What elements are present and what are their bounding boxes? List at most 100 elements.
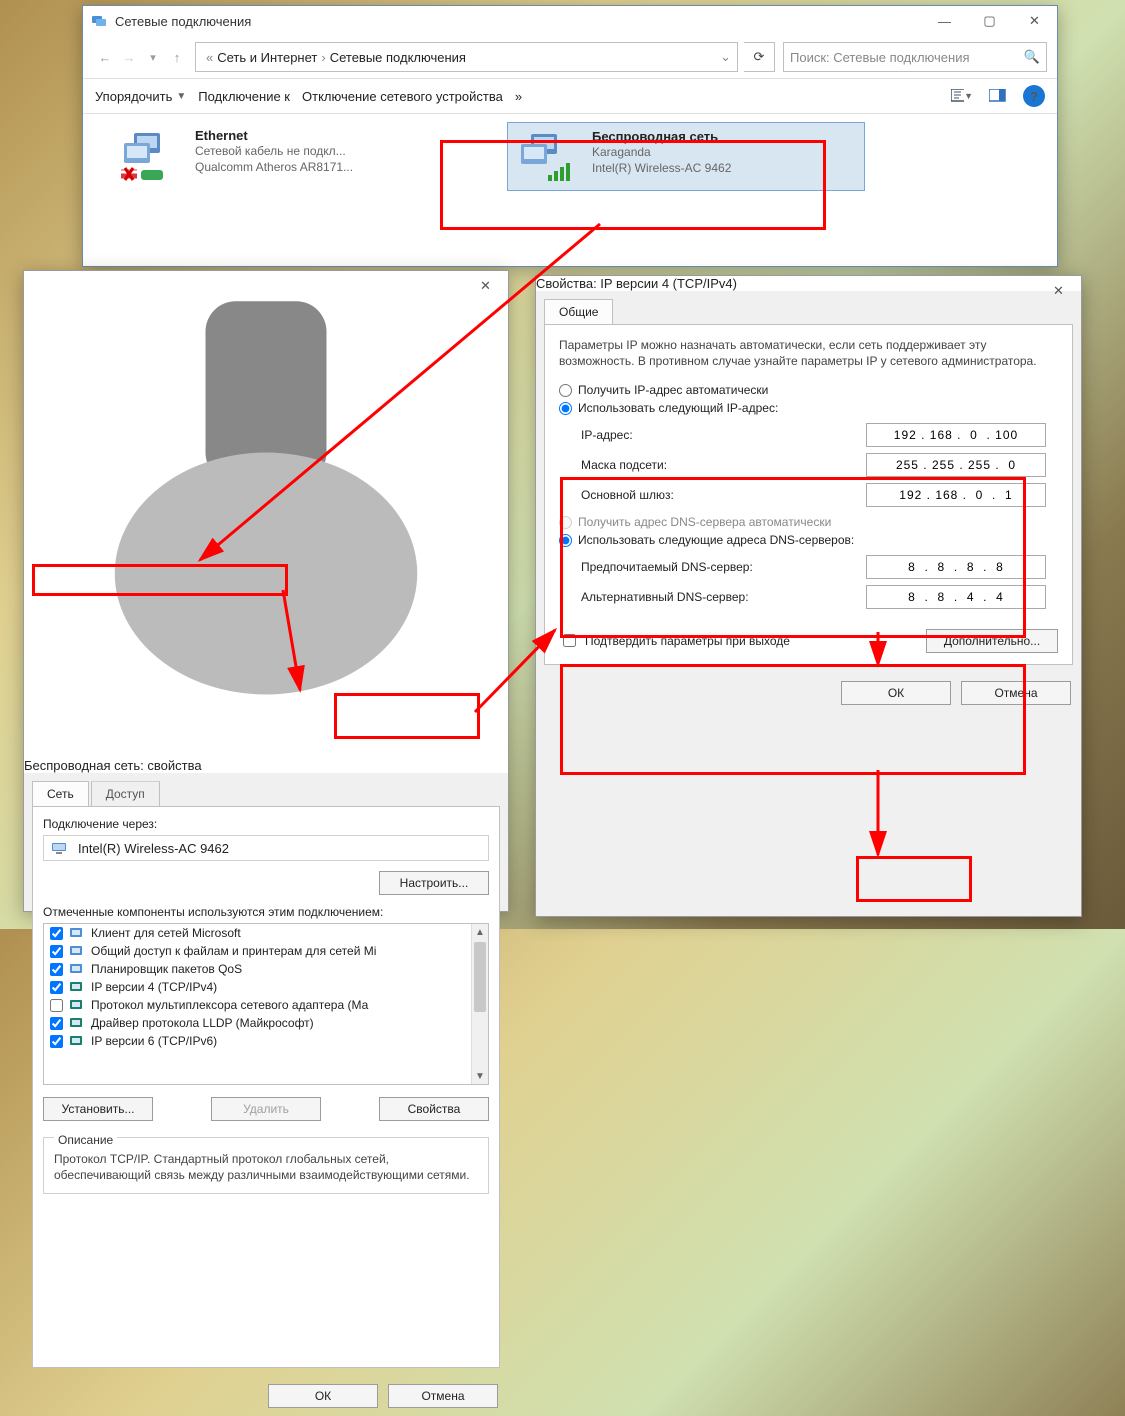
component-item[interactable]: Драйвер протокола LLDP (Майкрософт)	[44, 1014, 472, 1032]
component-item[interactable]: Клиент для сетей Microsoft	[44, 924, 472, 942]
connection-wireless[interactable]: Беспроводная сеть Karaganda Intel(R) Wir…	[507, 122, 865, 191]
maximize-button[interactable]: ▢	[967, 6, 1012, 36]
scrollbar[interactable]: ▲ ▼	[471, 924, 488, 1084]
titlebar[interactable]: Сетевые подключения — ▢ ✕	[83, 6, 1057, 36]
component-item[interactable]: IP версии 4 (TCP/IPv4)	[44, 978, 472, 996]
ip-label: IP-адрес:	[581, 428, 633, 442]
ethernet-name: Ethernet	[195, 128, 248, 143]
component-icon	[69, 998, 85, 1012]
component-item[interactable]: Общий доступ к файлам и принтерам для се…	[44, 942, 472, 960]
connect-using-label: Подключение через:	[43, 817, 489, 831]
nav-forward-button[interactable]: →	[117, 45, 141, 69]
titlebar[interactable]: Свойства: IP версии 4 (TCP/IPv4) ✕	[536, 276, 1081, 291]
dns2-label: Альтернативный DNS-сервер:	[581, 590, 749, 604]
disable-device-button[interactable]: Отключение сетевого устройства	[302, 89, 503, 104]
component-item[interactable]: IP версии 6 (TCP/IPv6)	[44, 1032, 472, 1050]
close-button[interactable]: ✕	[1036, 276, 1081, 306]
connect-to-menu[interactable]: Подключение к	[198, 89, 290, 104]
view-icons: ▼ ?	[951, 85, 1045, 107]
intro-text: Параметры IP можно назначать автоматичес…	[559, 337, 1058, 369]
minimize-button[interactable]: —	[922, 6, 967, 36]
validate-checkbox[interactable]	[563, 634, 576, 647]
address-bar-row: ← → ▾ ↑ « Сеть и Интернет › Сетевые подк…	[83, 36, 1057, 78]
tab-general[interactable]: Общие	[544, 299, 613, 324]
view-dropdown-icon[interactable]: ▼	[951, 85, 973, 107]
description-legend: Описание	[54, 1133, 117, 1147]
component-checkbox[interactable]	[50, 945, 63, 958]
network-properties-dialog: Беспроводная сеть: свойства ✕ Сеть Досту…	[23, 270, 509, 912]
components-listbox[interactable]: Клиент для сетей Microsoft Общий доступ к…	[43, 923, 489, 1085]
refresh-button[interactable]: ⟳	[744, 42, 775, 72]
connection-ethernet[interactable]: Ethernet Сетевой кабель не подкл... Qual…	[111, 122, 467, 191]
close-button[interactable]: ✕	[463, 271, 508, 301]
install-button[interactable]: Установить...	[43, 1097, 153, 1121]
component-checkbox[interactable]	[50, 963, 63, 976]
component-label: Общий доступ к файлам и принтерам для се…	[91, 944, 376, 958]
component-icon	[69, 1034, 85, 1048]
radio-auto-dns: Получить адрес DNS-сервера автоматически	[559, 515, 1058, 529]
organize-menu[interactable]: Упорядочить▼	[95, 89, 186, 104]
tab-network[interactable]: Сеть	[32, 781, 89, 806]
radio-auto-ip-input[interactable]	[559, 384, 572, 397]
adapter-icon	[50, 840, 70, 856]
description-text: Протокол TCP/IP. Стандартный протокол гл…	[54, 1151, 478, 1183]
radio-manual-dns-input[interactable]	[559, 534, 572, 547]
wireless-device: Intel(R) Wireless-AC 9462	[592, 161, 731, 175]
close-button[interactable]: ✕	[1012, 6, 1057, 36]
component-icon	[69, 926, 85, 940]
chevron-down-icon[interactable]: ⌄	[720, 49, 731, 65]
subnet-mask-field[interactable]	[866, 453, 1046, 477]
radio-manual-ip-input[interactable]	[559, 402, 572, 415]
tab-sharing[interactable]: Доступ	[91, 781, 160, 806]
breadcrumb-seg-2[interactable]: Сетевые подключения	[330, 50, 466, 65]
preview-pane-icon[interactable]	[987, 85, 1009, 107]
preferred-dns-field[interactable]	[866, 555, 1046, 579]
tab-body-general: Параметры IP можно назначать автоматичес…	[544, 324, 1073, 665]
properties-button[interactable]: Свойства	[379, 1097, 489, 1121]
component-item[interactable]: Планировщик пакетов QoS	[44, 960, 472, 978]
ipv4-properties-dialog: Свойства: IP версии 4 (TCP/IPv4) ✕ Общие…	[535, 275, 1082, 917]
scroll-up-icon[interactable]: ▲	[472, 924, 488, 940]
component-icon	[69, 980, 85, 994]
mask-label: Маска подсети:	[581, 458, 667, 472]
radio-manual-ip[interactable]: Использовать следующий IP-адрес:	[559, 401, 1058, 415]
cancel-button[interactable]: Отмена	[388, 1384, 498, 1408]
component-checkbox[interactable]	[50, 1035, 63, 1048]
advanced-button[interactable]: Дополнительно...	[926, 629, 1058, 653]
dns1-label: Предпочитаемый DNS-сервер:	[581, 560, 753, 574]
scroll-down-icon[interactable]: ▼	[472, 1068, 488, 1084]
tab-body-network: Подключение через: Intel(R) Wireless-AC …	[32, 806, 500, 1368]
component-checkbox[interactable]	[50, 981, 63, 994]
scroll-thumb[interactable]	[474, 942, 486, 1012]
cancel-button[interactable]: Отмена	[961, 681, 1071, 705]
connections-list: Ethernet Сетевой кабель не подкл... Qual…	[83, 114, 1057, 199]
ok-button[interactable]: ОК	[268, 1384, 378, 1408]
titlebar[interactable]: Беспроводная сеть: свойства ✕	[24, 271, 508, 773]
validate-checkbox-row[interactable]: Подтвердить параметры при выходе	[559, 631, 790, 650]
default-gateway-field[interactable]	[866, 483, 1046, 507]
alternate-dns-field[interactable]	[866, 585, 1046, 609]
component-item[interactable]: Протокол мультиплексора сетевого адаптер…	[44, 996, 472, 1014]
component-checkbox[interactable]	[50, 999, 63, 1012]
nav-up-button[interactable]: ↑	[165, 45, 189, 69]
nav-history-button[interactable]: ▾	[141, 45, 165, 69]
nav-back-button[interactable]: ←	[93, 45, 117, 69]
component-icon	[69, 944, 85, 958]
ethernet-status: Сетевой кабель не подкл...	[195, 144, 346, 158]
ip-address-field[interactable]	[866, 423, 1046, 447]
ok-button[interactable]: ОК	[841, 681, 951, 705]
search-input[interactable]: Поиск: Сетевые подключения 🔍	[783, 42, 1047, 72]
radio-auto-ip[interactable]: Получить IP-адрес автоматически	[559, 383, 1058, 397]
help-button[interactable]: ?	[1023, 85, 1045, 107]
component-checkbox[interactable]	[50, 1017, 63, 1030]
configure-button[interactable]: Настроить...	[379, 871, 489, 895]
component-label: Протокол мультиплексора сетевого адаптер…	[91, 998, 368, 1012]
breadcrumb-seg-1[interactable]: Сеть и Интернет	[217, 50, 317, 65]
breadcrumb[interactable]: « Сеть и Интернет › Сетевые подключения …	[195, 42, 738, 72]
radio-manual-dns[interactable]: Использовать следующие адреса DNS-сервер…	[559, 533, 1058, 547]
overflow-menu[interactable]: »	[515, 89, 522, 104]
component-checkbox[interactable]	[50, 927, 63, 940]
component-label: IP версии 6 (TCP/IPv6)	[91, 1034, 217, 1048]
adapter-name: Intel(R) Wireless-AC 9462	[78, 841, 229, 856]
uninstall-button[interactable]: Удалить	[211, 1097, 321, 1121]
